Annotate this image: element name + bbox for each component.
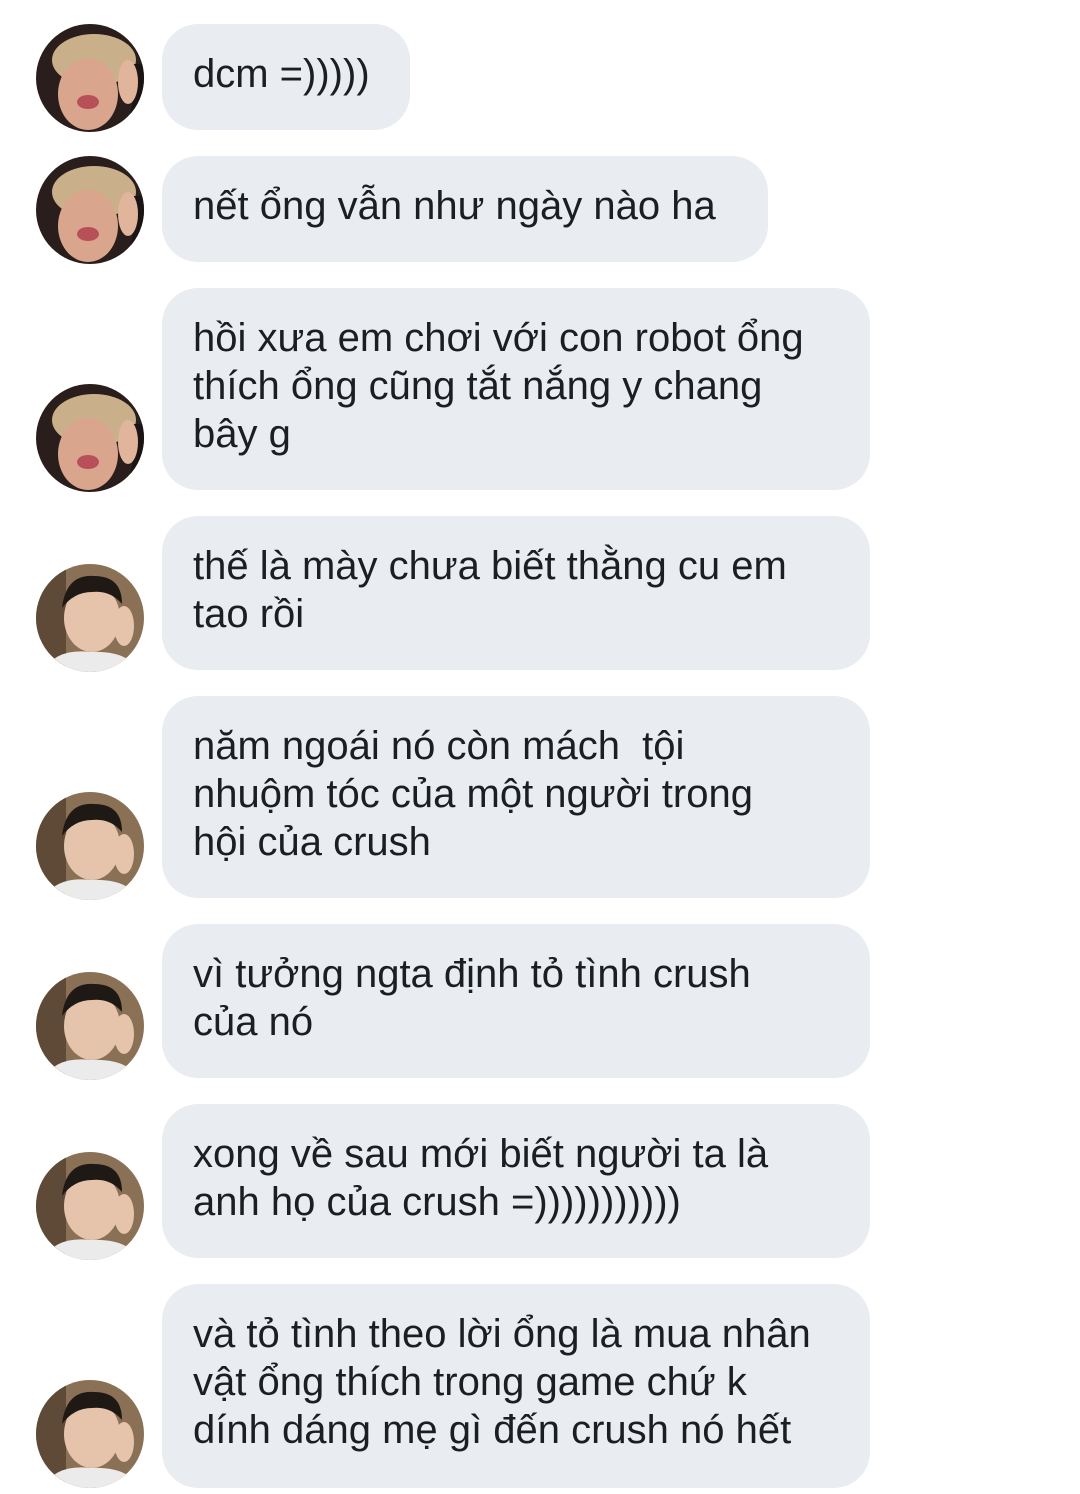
blonde-person-avatar-icon[interactable] (36, 156, 144, 264)
message-bubble[interactable]: dcm =))))) (162, 24, 410, 130)
message-text-line: anh họ của crush =))))))))))) (193, 1180, 681, 1224)
message-bubble[interactable]: và tỏ tình theo lời ổng là mua nhân vật … (162, 1284, 870, 1488)
message-text-line: thích ổng cũng tắt nắng y chang (193, 364, 763, 408)
dark-hair-person-avatar-icon[interactable] (36, 564, 144, 672)
dark-hair-person-avatar-icon[interactable] (36, 792, 144, 900)
message-text-line: nết ổng vẫn như ngày nào ha (193, 184, 716, 228)
dark-hair-person-avatar-icon[interactable] (36, 1152, 144, 1260)
message-text-line: thế là mày chưa biết thằng cu em (193, 544, 787, 588)
message-text-line: xong về sau mới biết người ta là (193, 1132, 769, 1176)
message-bubble[interactable]: vì tưởng ngta định tỏ tình crush của nó (162, 924, 870, 1078)
message-bubble[interactable]: xong về sau mới biết người ta là anh họ … (162, 1104, 870, 1258)
message-text-line: dcm =))))) (193, 52, 370, 96)
message-bubble[interactable]: thế là mày chưa biết thằng cu em tao rồi (162, 516, 870, 670)
message-text-line: hội của crush (193, 820, 431, 864)
blonde-person-avatar-icon[interactable] (36, 384, 144, 492)
message-text-line: của nó (193, 1000, 314, 1044)
message-text-line: tao rồi (193, 592, 305, 636)
message-bubble[interactable]: nết ổng vẫn như ngày nào ha (162, 156, 768, 262)
dark-hair-person-avatar-icon[interactable] (36, 1380, 144, 1488)
message-text-line: vì tưởng ngta định tỏ tình crush (193, 952, 751, 996)
message-bubble[interactable]: hồi xưa em chơi với con robot ổng thích … (162, 288, 870, 490)
message-text-line: nhuộm tóc của một người trong (193, 772, 753, 816)
dark-hair-person-avatar-icon[interactable] (36, 972, 144, 1080)
blonde-person-avatar-icon[interactable] (36, 24, 144, 132)
message-text-line: vật ổng thích trong game chứ k (193, 1360, 747, 1404)
message-text-line: hồi xưa em chơi với con robot ổng (193, 316, 804, 360)
message-text-line: năm ngoái nó còn mách tội (193, 724, 685, 768)
message-bubble[interactable]: năm ngoái nó còn mách tội nhuộm tóc của … (162, 696, 870, 898)
message-text-line: bây g (193, 412, 291, 456)
message-text-line: dính dáng mẹ gì đến crush nó hết (193, 1408, 792, 1452)
chat-thread: dcm =))))) nết ổng vẫn như ngày nào ha h… (0, 0, 1080, 1494)
message-text-line: và tỏ tình theo lời ổng là mua nhân (193, 1312, 811, 1356)
